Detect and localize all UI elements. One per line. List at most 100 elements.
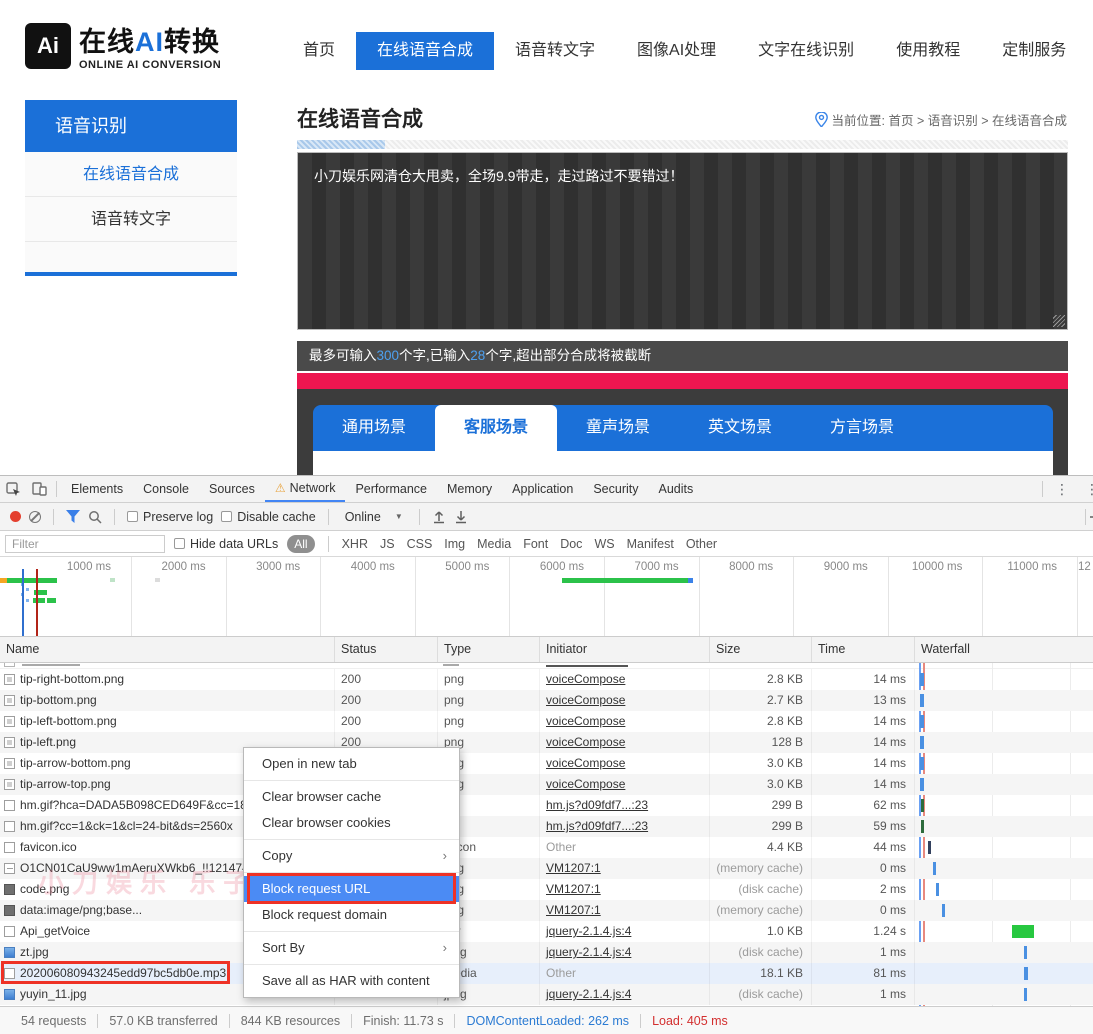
request-row[interactable]: tip-arrow-bottom.png200pngvoiceCompose3.… [0, 753, 1093, 774]
filter-type-manifest[interactable]: Manifest [627, 537, 674, 551]
request-row[interactable]: tip-left-bottom.png200pngvoiceCompose2.8… [0, 711, 1093, 732]
request-row[interactable]: hm.gif?cc=1&ck=1&cl=24-bit&ds=2560x200gi… [0, 816, 1093, 837]
menu-item-block-request-domain[interactable]: Block request domain [244, 902, 459, 928]
textarea-scroll-strip[interactable] [297, 140, 1068, 149]
nav-item-4[interactable]: 文字在线识别 [737, 32, 875, 70]
filter-type-media[interactable]: Media [477, 537, 511, 551]
menu-item-clear-browser-cookies[interactable]: Clear browser cookies [244, 810, 459, 836]
request-row[interactable]: tip-arrow-top.png200pngvoiceCompose3.0 K… [0, 774, 1093, 795]
column-header-waterfall[interactable]: Waterfall [915, 637, 1093, 662]
search-icon[interactable] [88, 510, 102, 524]
nav-item-2[interactable]: 语音转文字 [494, 32, 616, 70]
initiator-link[interactable]: voiceCompose [546, 756, 625, 770]
request-row[interactable]: favicon.ico200x-iconOther4.4 KB44 ms [0, 837, 1093, 858]
record-button[interactable] [10, 511, 21, 522]
request-row[interactable]: 202006080943245edd97bc5db0e.mp3200mediaO… [0, 963, 1093, 984]
devtools-tab-network[interactable]: ⚠Network [265, 476, 346, 502]
request-name[interactable]: tip-left-bottom.png [0, 711, 335, 732]
more-options-icon[interactable]: ⋮ [1047, 481, 1077, 498]
nav-item-6[interactable]: 定制服务 [981, 32, 1087, 70]
initiator-link[interactable]: jquery-2.1.4.js:4 [546, 945, 631, 959]
devtools-tab-elements[interactable]: Elements [61, 476, 133, 502]
scene-tab-2[interactable]: 童声场景 [557, 405, 679, 451]
initiator-link[interactable]: hm.js?d09fdf7...:23 [546, 798, 648, 812]
filter-type-ws[interactable]: WS [594, 537, 614, 551]
scene-tab-3[interactable]: 英文场景 [679, 405, 801, 451]
request-row[interactable]: zt.jpg200jpegjquery-2.1.4.js:4(disk cach… [0, 942, 1093, 963]
devtools-tab-console[interactable]: Console [133, 476, 199, 502]
close-devtools-icon[interactable]: ⋮ [1077, 481, 1093, 498]
hide-data-urls-checkbox[interactable]: Hide data URLs [174, 537, 278, 551]
menu-item-copy[interactable]: Copy› [244, 843, 459, 869]
nav-item-1[interactable]: 在线语音合成 [356, 32, 494, 70]
nav-item-3[interactable]: 图像AI处理 [616, 32, 737, 70]
request-row[interactable]: hm.gif?hca=DADA5B098CED649F&cc=18200gifh… [0, 795, 1093, 816]
request-row[interactable]: Api_getVoice200xhrjquery-2.1.4.js:41.0 K… [0, 921, 1093, 942]
menu-item-clear-browser-cache[interactable]: Clear browser cache [244, 784, 459, 810]
initiator-link[interactable]: jquery-2.1.4.js:4 [546, 924, 631, 938]
clear-icon[interactable] [29, 511, 41, 523]
filter-input[interactable] [5, 535, 165, 553]
initiator-link[interactable]: jquery-2.1.4.js:4 [546, 987, 631, 1001]
request-row[interactable]: data:image/png;base...200pngVM1207:1(mem… [0, 900, 1093, 921]
preserve-log-checkbox[interactable]: Preserve log [127, 510, 213, 524]
sidebar-item-0[interactable]: 在线语音合成 [25, 152, 237, 197]
column-header-status[interactable]: Status [335, 637, 438, 662]
network-overview-timeline[interactable]: 1000 ms2000 ms3000 ms4000 ms5000 ms6000 … [0, 557, 1093, 637]
filter-type-img[interactable]: Img [444, 537, 465, 551]
column-header-time[interactable]: Time [812, 637, 915, 662]
devtools-tab-memory[interactable]: Memory [437, 476, 502, 502]
initiator-link[interactable]: voiceCompose [546, 735, 625, 749]
devtools-tab-sources[interactable]: Sources [199, 476, 265, 502]
filter-type-css[interactable]: CSS [407, 537, 433, 551]
scroll-thumb[interactable] [297, 140, 385, 149]
column-header-name[interactable]: Name [0, 637, 335, 662]
filter-type-all[interactable]: All [287, 535, 314, 553]
request-row[interactable]: tip-right-bottom.png200pngvoiceCompose2.… [0, 669, 1093, 690]
request-row[interactable]: yuyin_11.jpg200jpegjquery-2.1.4.js:4(dis… [0, 984, 1093, 1005]
request-name[interactable]: tip-bottom.png [0, 690, 335, 711]
disable-cache-checkbox[interactable]: Disable cache [221, 510, 316, 524]
devtools-tab-application[interactable]: Application [502, 476, 583, 502]
import-har-icon[interactable] [432, 510, 446, 524]
request-name[interactable]: tip-right-bottom.png [0, 669, 335, 690]
device-toolbar-icon[interactable] [26, 476, 52, 502]
initiator-link[interactable]: voiceCompose [546, 672, 625, 686]
scene-tab-0[interactable]: 通用场景 [313, 405, 435, 451]
initiator-link[interactable]: voiceCompose [546, 693, 625, 707]
nav-item-0[interactable]: 首页 [282, 32, 356, 70]
export-har-icon[interactable] [454, 510, 468, 524]
devtools-tab-audits[interactable]: Audits [648, 476, 703, 502]
initiator-link[interactable]: hm.js?d09fdf7...:23 [546, 819, 648, 833]
request-row[interactable]: code.png200pngVM1207:1(disk cache)2 ms [0, 879, 1093, 900]
menu-item-open-in-new-tab[interactable]: Open in new tab [244, 751, 459, 777]
inspect-element-icon[interactable] [0, 476, 26, 502]
throttling-dropdown[interactable]: Online▼ [341, 510, 407, 524]
menu-item-save-all-as-har-with-content[interactable]: Save all as HAR with content [244, 968, 459, 994]
request-row[interactable]: O1CN01CaU9ww1mAeruXWkb6_!!121474200pngVM… [0, 858, 1093, 879]
site-logo[interactable]: Ai 在线AI转换 ONLINE AI CONVERSION [25, 20, 221, 71]
speech-text-input[interactable]: 小刀娱乐网清仓大甩卖，全场9.9带走，走过路过不要错过！ [297, 152, 1068, 330]
filter-type-doc[interactable]: Doc [560, 537, 582, 551]
request-row[interactable]: tip-bottom.png200pngvoiceCompose2.7 KB13… [0, 690, 1093, 711]
scene-tab-1[interactable]: 客服场景 [435, 405, 557, 451]
resize-grip[interactable] [1053, 315, 1065, 327]
filter-type-xhr[interactable]: XHR [342, 537, 368, 551]
scene-tab-4[interactable]: 方言场景 [801, 405, 923, 451]
column-header-initiator[interactable]: Initiator [540, 637, 710, 662]
initiator-link[interactable]: VM1207:1 [546, 882, 601, 896]
initiator-link[interactable]: voiceCompose [546, 714, 625, 728]
initiator-link[interactable]: voiceCompose [546, 777, 625, 791]
filter-type-font[interactable]: Font [523, 537, 548, 551]
request-row[interactable]: tip-left.png200pngvoiceCompose128 B14 ms [0, 732, 1093, 753]
menu-item-block-request-url[interactable]: Block request URL [244, 876, 459, 902]
column-header-type[interactable]: Type [438, 637, 540, 662]
nav-item-5[interactable]: 使用教程 [875, 32, 981, 70]
initiator-link[interactable]: VM1207:1 [546, 861, 601, 875]
sidebar-item-1[interactable]: 语音转文字 [25, 197, 237, 242]
filter-type-js[interactable]: JS [380, 537, 395, 551]
filter-funnel-icon[interactable] [66, 510, 80, 523]
devtools-tab-security[interactable]: Security [583, 476, 648, 502]
column-header-size[interactable]: Size [710, 637, 812, 662]
menu-item-sort-by[interactable]: Sort By› [244, 935, 459, 961]
